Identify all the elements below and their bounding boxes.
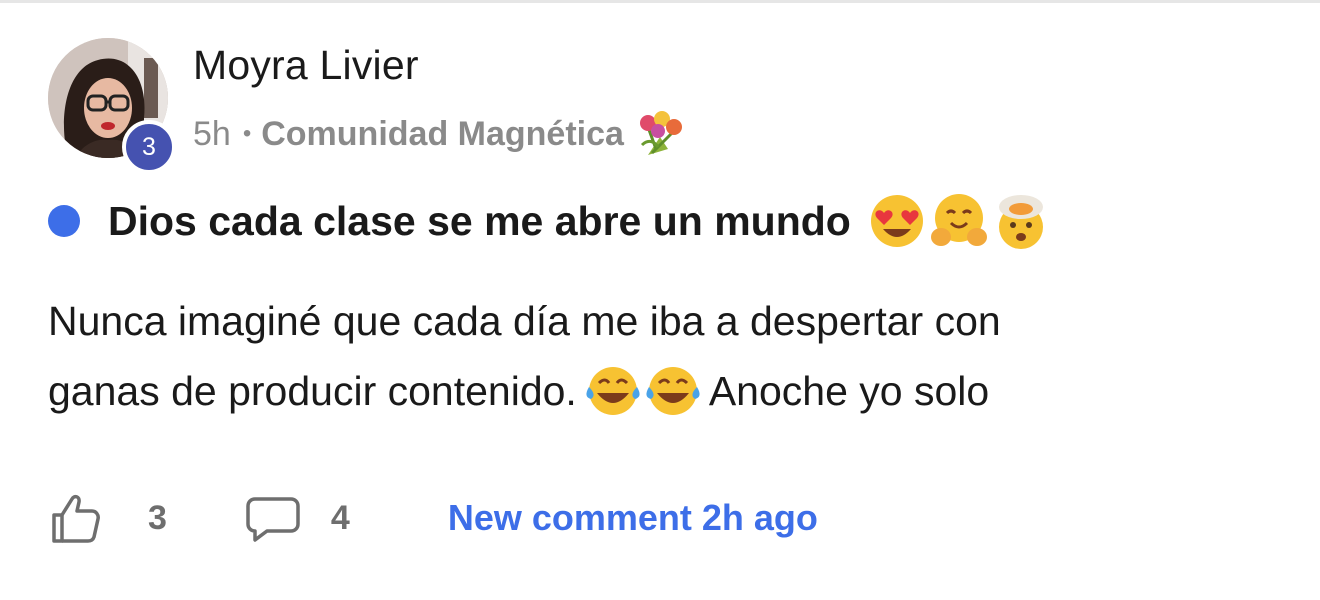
post-actions: 3 4 New comment 2h ago bbox=[48, 488, 818, 548]
post-title-row[interactable]: Dios cada clase se me abre un mundo bbox=[48, 188, 1053, 254]
body-text-3: Anoche yo solo bbox=[708, 368, 990, 414]
like-count: 3 bbox=[148, 498, 167, 537]
post-time: 5h bbox=[193, 114, 231, 153]
author-name[interactable]: Moyra Livier bbox=[193, 42, 419, 89]
unread-indicator bbox=[48, 205, 80, 237]
heart-eyes-emoji bbox=[870, 195, 923, 247]
like-button[interactable]: 3 bbox=[48, 491, 167, 545]
hugging-face-emoji bbox=[930, 194, 987, 246]
title-emojis bbox=[867, 191, 1053, 251]
post-meta: 5h • Comunidad Magnética bbox=[193, 109, 684, 159]
thumbs-up-icon bbox=[52, 494, 100, 543]
comment-icon bbox=[246, 497, 300, 542]
exploding-head-emoji bbox=[998, 195, 1043, 249]
bouquet-icon bbox=[634, 109, 684, 159]
new-comment-link[interactable]: New comment 2h ago bbox=[448, 497, 818, 539]
comment-count: 4 bbox=[330, 498, 350, 537]
tears-of-joy-emoji bbox=[646, 367, 700, 415]
community-name[interactable]: Comunidad Magnética bbox=[261, 115, 624, 154]
comment-button[interactable]: 4 bbox=[245, 493, 350, 543]
level-badge: 3 bbox=[122, 120, 176, 174]
post-body-line: Nunca imaginé que cada día me iba a desp… bbox=[48, 286, 1248, 356]
meta-separator: • bbox=[242, 120, 252, 147]
post-title[interactable]: Dios cada clase se me abre un mundo bbox=[108, 198, 851, 245]
post-body-line: ganas de producir contenido. Anoche yo s… bbox=[48, 356, 1248, 426]
body-text-1: Nunca imaginé que cada día me iba a desp… bbox=[48, 298, 1001, 344]
post-card: 3 Moyra Livier 5h • Comunidad Magnética … bbox=[0, 0, 1320, 600]
author-avatar-wrap[interactable]: 3 bbox=[48, 38, 176, 174]
post-body[interactable]: Nunca imaginé que cada día me iba a desp… bbox=[48, 286, 1248, 426]
body-emojis bbox=[583, 363, 703, 419]
tears-of-joy-emoji bbox=[586, 367, 640, 415]
body-text-2: ganas de producir contenido. bbox=[48, 368, 577, 414]
